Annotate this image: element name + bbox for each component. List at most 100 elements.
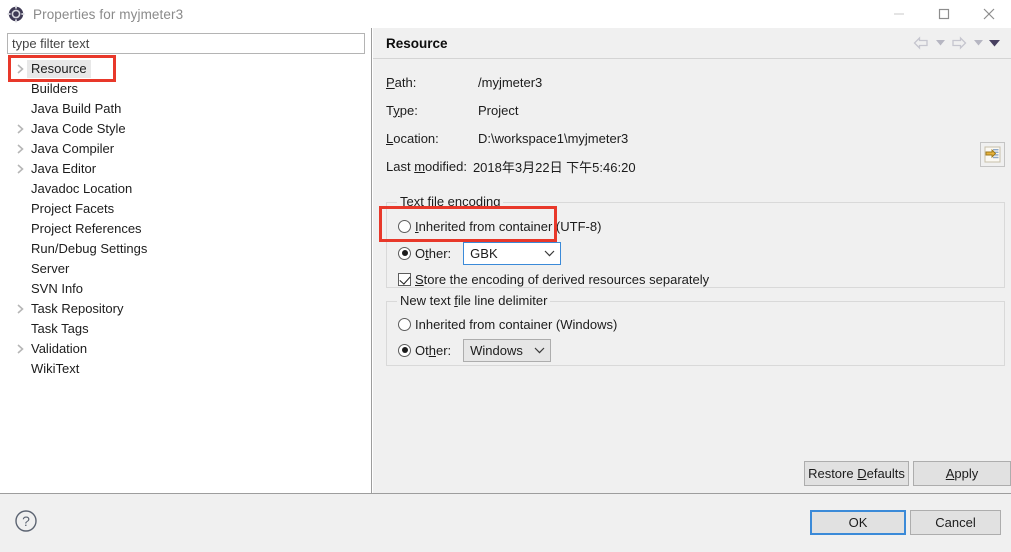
delimiter-combo-value: Windows bbox=[470, 343, 528, 358]
ok-label: OK bbox=[849, 515, 868, 530]
restore-defaults-button[interactable]: Restore Defaults bbox=[804, 461, 909, 486]
radio-circle-icon bbox=[398, 220, 411, 233]
sidebar-item-java-build-path[interactable]: Java Build Path bbox=[0, 99, 371, 119]
chevron-down-icon bbox=[538, 243, 560, 264]
sidebar-item-label: Server bbox=[27, 260, 73, 278]
location-label: Location: bbox=[386, 131, 478, 146]
page-nav-controls bbox=[911, 33, 1001, 53]
sidebar-item-label: Java Code Style bbox=[27, 120, 130, 138]
sidebar-item-label: Run/Debug Settings bbox=[27, 240, 151, 258]
sidebar-item-task-repository[interactable]: Task Repository bbox=[0, 299, 371, 319]
radio-circle-selected-icon bbox=[398, 247, 411, 260]
chevron-right-icon[interactable] bbox=[13, 124, 27, 134]
location-value: D:\workspace1\myjmeter3 bbox=[478, 131, 628, 146]
page-header: Resource bbox=[373, 28, 1011, 59]
sidebar-item-server[interactable]: Server bbox=[0, 259, 371, 279]
forward-history-chevron-down-icon[interactable] bbox=[971, 33, 985, 53]
location-row: Location: D:\workspace1\myjmeter3 bbox=[386, 128, 628, 148]
sidebar-item-label: WikiText bbox=[27, 360, 83, 378]
radio-circle-selected-icon bbox=[398, 344, 411, 357]
last-modified-label: Last modified: bbox=[386, 159, 467, 174]
sidebar-item-java-compiler[interactable]: Java Compiler bbox=[0, 139, 371, 159]
encoding-inherited-label: Inherited from container (UTF-8) bbox=[415, 219, 601, 234]
encoding-combo[interactable]: GBK bbox=[463, 242, 561, 265]
chevron-right-icon[interactable] bbox=[13, 164, 27, 174]
sidebar-item-label: Project Facets bbox=[27, 200, 118, 218]
arrow-left-icon[interactable] bbox=[911, 33, 931, 53]
settings-tree-pane: type filter text ResourceBuilders Java Bu… bbox=[0, 28, 372, 493]
store-derived-label: Store the encoding of derived resources … bbox=[415, 272, 709, 287]
delimiter-other-row[interactable]: Other: Windows bbox=[398, 337, 551, 363]
chevron-right-icon[interactable] bbox=[13, 344, 27, 354]
page-body: Path: /myjmeter3 Type: Project Location:… bbox=[373, 60, 1011, 493]
gear-icon bbox=[7, 5, 25, 23]
minimize-button[interactable] bbox=[876, 0, 921, 28]
ok-button[interactable]: OK bbox=[810, 510, 906, 535]
sidebar-item-task-tags[interactable]: Task Tags bbox=[0, 319, 371, 339]
arrow-right-icon[interactable] bbox=[949, 33, 969, 53]
title-bar: Properties for myjmeter3 bbox=[0, 0, 1011, 28]
last-modified-value: 2018年3月22日 下午5:46:20 bbox=[473, 157, 636, 176]
type-row: Type: Project bbox=[386, 100, 518, 120]
sidebar-item-validation[interactable]: Validation bbox=[0, 339, 371, 359]
sidebar-item-label: Validation bbox=[27, 340, 91, 358]
encoding-other-row[interactable]: Other: GBK bbox=[398, 240, 561, 266]
sidebar-item-run-debug-settings[interactable]: Run/Debug Settings bbox=[0, 239, 371, 259]
chevron-right-icon[interactable] bbox=[13, 144, 27, 154]
sidebar-item-label: SVN Info bbox=[27, 280, 87, 298]
sidebar-item-javadoc-location[interactable]: Javadoc Location bbox=[0, 179, 371, 199]
restore-defaults-label: Restore Defaults bbox=[808, 466, 905, 481]
last-modified-row: Last modified: 2018年3月22日 下午5:46:20 bbox=[386, 156, 636, 176]
sidebar-item-builders[interactable]: Builders bbox=[0, 79, 371, 99]
edit-location-icon[interactable] bbox=[980, 142, 1005, 167]
question-mark-icon[interactable]: ? bbox=[14, 509, 38, 533]
chevron-right-icon[interactable] bbox=[13, 64, 27, 74]
cancel-label: Cancel bbox=[935, 515, 975, 530]
chevron-right-icon[interactable] bbox=[13, 304, 27, 314]
delimiter-inherited-radio[interactable]: Inherited from container (Windows) bbox=[398, 314, 617, 334]
delimiter-inherited-label: Inherited from container (Windows) bbox=[415, 317, 617, 332]
text-file-encoding-group: Text file encoding Inherited from contai… bbox=[386, 202, 1005, 288]
cancel-button[interactable]: Cancel bbox=[910, 510, 1001, 535]
maximize-button[interactable] bbox=[921, 0, 966, 28]
type-value: Project bbox=[478, 103, 518, 118]
path-value: /myjmeter3 bbox=[478, 75, 542, 90]
sidebar-item-project-references[interactable]: Project References bbox=[0, 219, 371, 239]
sidebar-item-label: Task Repository bbox=[27, 300, 127, 318]
delimiter-other-label: Other: bbox=[415, 343, 451, 358]
line-delimiter-group: New text file line delimiter Inherited f… bbox=[386, 301, 1005, 366]
delimiter-combo[interactable]: Windows bbox=[463, 339, 551, 362]
sidebar-item-java-code-style[interactable]: Java Code Style bbox=[0, 119, 371, 139]
path-row: Path: /myjmeter3 bbox=[386, 72, 542, 92]
checkbox-checked-icon bbox=[398, 273, 411, 286]
sidebar-item-wikitext[interactable]: WikiText bbox=[0, 359, 371, 379]
sidebar-item-resource[interactable]: Resource bbox=[0, 59, 371, 79]
sidebar-item-label: Java Build Path bbox=[27, 100, 125, 118]
text-file-encoding-group-title: Text file encoding bbox=[397, 194, 503, 209]
sidebar-item-label: Builders bbox=[27, 80, 82, 98]
sidebar-item-label: Project References bbox=[27, 220, 146, 238]
page-menu-chevron-down-filled-icon[interactable] bbox=[987, 33, 1001, 53]
resource-page: Resource bbox=[373, 28, 1011, 493]
sidebar-item-svn-info[interactable]: SVN Info bbox=[0, 279, 371, 299]
close-button[interactable] bbox=[966, 0, 1011, 28]
store-derived-checkbox[interactable]: Store the encoding of derived resources … bbox=[398, 269, 709, 289]
sidebar-item-label: Java Editor bbox=[27, 160, 100, 178]
type-label: Type: bbox=[386, 103, 478, 118]
window-title: Properties for myjmeter3 bbox=[33, 7, 183, 22]
filter-input-value: type filter text bbox=[12, 36, 89, 51]
sidebar-item-label: Task Tags bbox=[27, 320, 93, 338]
filter-input[interactable]: type filter text bbox=[7, 33, 365, 54]
properties-dialog: Properties for myjmeter3 type filter tex… bbox=[0, 0, 1011, 552]
apply-button[interactable]: Apply bbox=[913, 461, 1011, 486]
settings-tree[interactable]: ResourceBuilders Java Build Path Java Code… bbox=[0, 58, 371, 488]
encoding-inherited-radio[interactable]: Inherited from container (UTF-8) bbox=[398, 216, 601, 236]
chevron-down-icon bbox=[528, 340, 550, 361]
sidebar-item-project-facets[interactable]: Project Facets bbox=[0, 199, 371, 219]
page-title: Resource bbox=[386, 36, 448, 51]
back-history-chevron-down-icon[interactable] bbox=[933, 33, 947, 53]
apply-label: Apply bbox=[946, 466, 979, 481]
radio-circle-icon bbox=[398, 318, 411, 331]
sidebar-item-java-editor[interactable]: Java Editor bbox=[0, 159, 371, 179]
encoding-other-label: Other: bbox=[415, 246, 451, 261]
